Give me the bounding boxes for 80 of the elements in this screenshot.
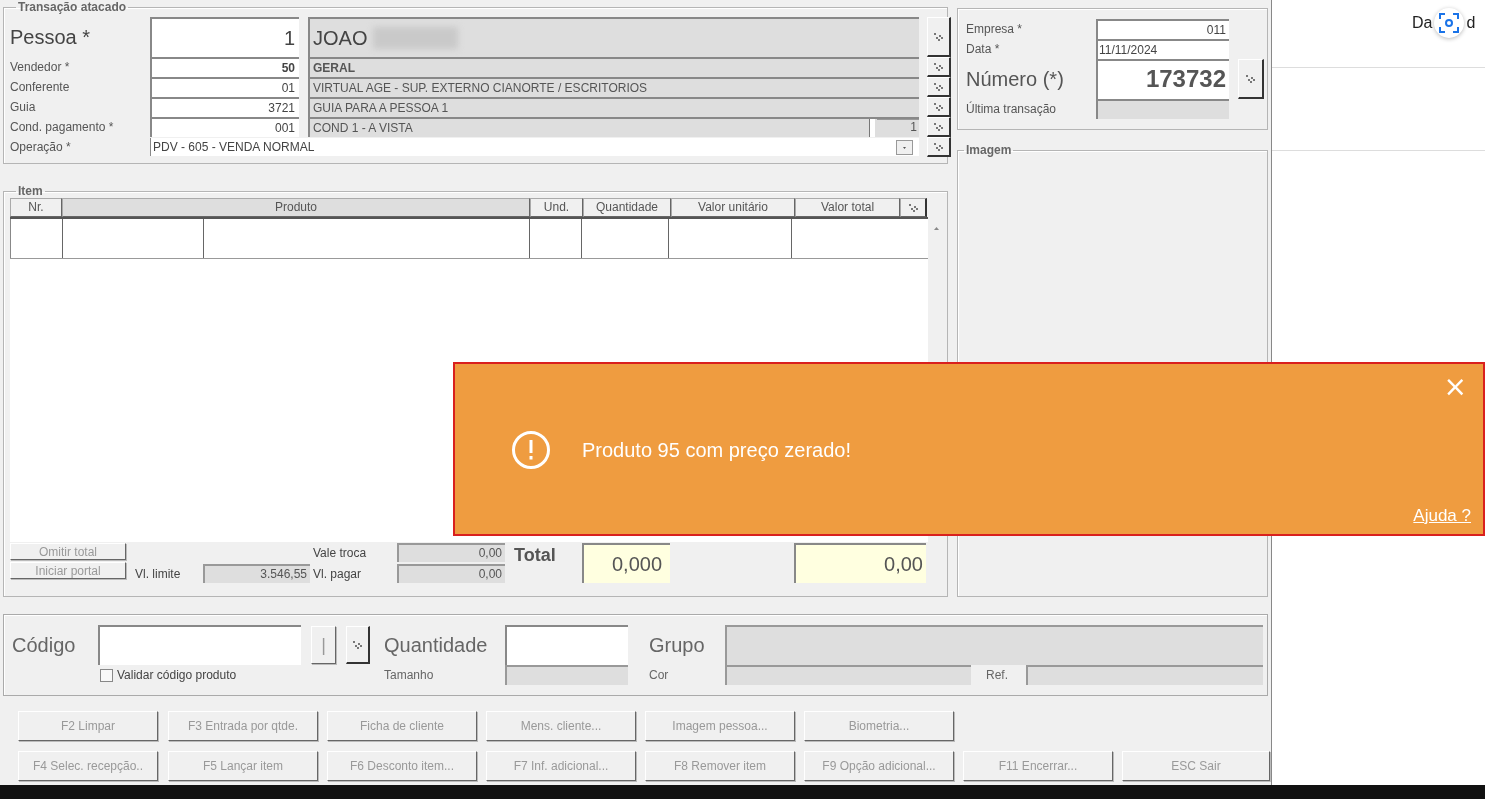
field-label: Pessoa * — [10, 25, 92, 49]
page-heading: Da — [1412, 14, 1433, 32]
warning-message: Produto 95 com preço zerado! — [582, 438, 852, 462]
code-field[interactable]: 01 — [150, 77, 299, 97]
column-header[interactable]: Und. — [530, 198, 583, 217]
column-header[interactable]: Valor unitário — [671, 198, 795, 217]
lookup-button[interactable] — [927, 57, 951, 77]
lookup-button[interactable] — [927, 17, 951, 57]
lookup-button[interactable] — [927, 137, 951, 157]
column-header[interactable]: Nr. — [10, 198, 62, 217]
page-heading: d — [1466, 14, 1476, 32]
dots-icon — [934, 102, 943, 111]
dots-icon — [934, 62, 943, 71]
field-label: Cor — [649, 668, 670, 682]
column-header[interactable]: Produto — [62, 198, 530, 217]
amount-due-field: 0,00 — [397, 564, 505, 583]
person-name: JOAO — [313, 26, 368, 50]
code-field[interactable]: 3721 — [150, 97, 299, 117]
field-label: Vendedor * — [10, 60, 71, 74]
input-field[interactable]: 173732 — [1096, 59, 1229, 99]
screen-capture-icon[interactable] — [1434, 8, 1465, 38]
dots-icon — [934, 122, 943, 131]
code-field[interactable]: 50 — [150, 57, 299, 77]
description-text: GERAL — [313, 61, 356, 75]
field-label: Ref. — [985, 668, 1009, 682]
column-options-button[interactable] — [900, 198, 927, 217]
field-label: Quantidade — [384, 633, 489, 657]
quantity-input[interactable] — [505, 625, 628, 665]
readonly-field[interactable] — [1096, 99, 1229, 119]
input-field[interactable]: 011 — [1096, 19, 1229, 39]
code-field[interactable]: 1 — [150, 17, 299, 57]
field-label: Vl. pagar — [313, 566, 363, 581]
lookup-button[interactable] — [927, 97, 951, 117]
column-header[interactable]: Valor total — [795, 198, 900, 217]
lookup-button[interactable] — [346, 626, 370, 664]
help-link[interactable]: Ajuda ? — [1413, 506, 1471, 526]
description-text: COND 1 - A VISTA — [313, 121, 414, 135]
dots-icon — [934, 32, 943, 41]
dots-icon — [934, 82, 943, 91]
close-button[interactable]: × — [1443, 372, 1467, 402]
group-title: Item — [17, 184, 44, 198]
field-label: Última transação — [966, 102, 1058, 116]
group-title: Transação atacado — [17, 0, 128, 14]
group-title: Imagem — [965, 143, 1013, 157]
cursor-button[interactable]: | — [311, 626, 336, 664]
dots-icon — [934, 142, 943, 151]
description-text: VIRTUAL AGE - SUP. EXTERNO CIANORTE / ESCRITORIOS — [313, 81, 649, 95]
field-label: Código — [12, 633, 77, 657]
warning-icon — [511, 430, 551, 470]
field-label: Vale troca — [313, 545, 368, 560]
lookup-button[interactable] — [1238, 59, 1264, 99]
validate-checkbox[interactable]: Validar código produto — [100, 665, 384, 685]
total-quantity-field: 0,000 — [582, 543, 670, 583]
operation-dropdown[interactable]: PDV - 605 - VENDA NORMAL — [150, 138, 919, 156]
column-header[interactable]: Quantidade — [583, 198, 671, 217]
dots-icon — [1246, 74, 1255, 83]
code-field[interactable]: 001 — [150, 117, 299, 137]
field-label: Grupo — [649, 633, 706, 657]
total-label: Total — [514, 545, 557, 566]
field-label: Tamanho — [384, 668, 435, 682]
total-value-field: 0,00 — [794, 543, 926, 583]
exchange-voucher-field: 0,00 — [397, 543, 505, 562]
dots-icon — [353, 640, 362, 649]
field-label: Cond. pagamento * — [10, 120, 115, 134]
field-label: Empresa * — [966, 22, 1024, 36]
splitter-handle[interactable] — [869, 119, 875, 137]
code-input[interactable] — [98, 625, 301, 665]
field-label: Operação * — [10, 140, 72, 154]
field-label: Número (*) — [966, 67, 1065, 91]
limit-field: 3.546,55 — [203, 564, 310, 583]
counter-field: 1 — [877, 119, 919, 137]
dots-icon — [908, 203, 918, 212]
field-label: Data * — [966, 42, 1001, 56]
field-label: Vl. limite — [135, 567, 182, 581]
field-label: Guia — [10, 100, 37, 114]
field-label: Conferente — [10, 80, 71, 94]
input-field[interactable]: 11/11/2024 — [1096, 39, 1229, 59]
lookup-button[interactable] — [927, 77, 951, 97]
description-text: GUIA PARA A PESSOA 1 — [313, 101, 450, 115]
lookup-button[interactable] — [927, 117, 951, 137]
